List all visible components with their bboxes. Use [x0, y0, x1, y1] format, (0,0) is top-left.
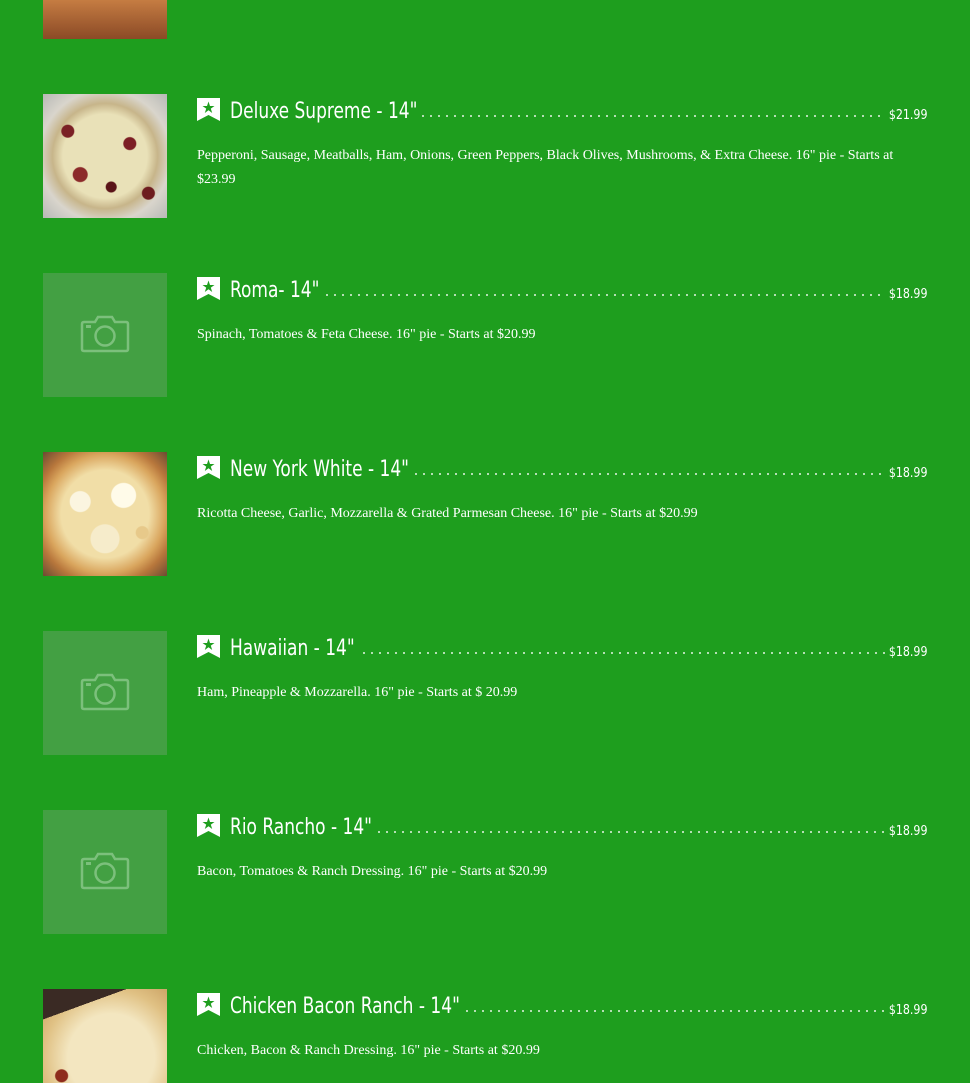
item-title: New York White - 14" [230, 457, 410, 482]
item-description: Spinach, Tomatoes & Feta Cheese. 16" pie… [197, 327, 536, 342]
menu-item[interactable]: Roma- 14" $18.99 Spinach, Tomatoes & Fet… [0, 273, 970, 397]
star-bookmark-icon [197, 814, 220, 837]
star-bookmark-icon [197, 456, 220, 479]
camera-icon [80, 852, 130, 890]
star-bookmark-icon [197, 993, 220, 1016]
item-title: Chicken Bacon Ranch - 14" [230, 994, 460, 1019]
dot-leader [412, 472, 885, 478]
dot-leader [463, 1009, 885, 1015]
item-price: $18.99 [888, 1003, 927, 1018]
item-description: Chicken, Bacon & Ranch Dressing. 16" pie… [197, 1043, 540, 1058]
dot-leader [419, 114, 885, 120]
menu-item[interactable]: Chicken Bacon Ranch - 14" $18.99 Chicken… [0, 989, 970, 1083]
pizza-photo[interactable] [43, 0, 167, 39]
item-price: $18.99 [888, 645, 927, 660]
dot-leader [323, 293, 885, 299]
menu-item[interactable]: New York White - 14" $18.99 Ricotta Chee… [0, 452, 970, 576]
item-title: Hawaiian - 14" [230, 636, 355, 661]
item-price: $21.99 [888, 108, 927, 123]
image-placeholder[interactable] [43, 631, 167, 755]
item-title: Rio Rancho - 14" [230, 815, 372, 840]
menu-item[interactable] [0, 0, 970, 39]
item-title: Deluxe Supreme - 14" [230, 99, 418, 124]
star-bookmark-icon [197, 98, 220, 121]
item-price: $18.99 [888, 824, 927, 839]
pizza-photo[interactable] [43, 989, 167, 1083]
item-price: $18.99 [888, 466, 927, 481]
item-description: Pepperoni, Sausage, Meatballs, Ham, Onio… [197, 148, 894, 187]
item-description: Bacon, Tomatoes & Ranch Dressing. 16" pi… [197, 864, 548, 879]
camera-icon [80, 673, 130, 711]
pizza-photo[interactable] [43, 452, 167, 576]
star-bookmark-icon [197, 635, 220, 658]
menu-item[interactable]: Hawaiian - 14" $18.99 Ham, Pineapple & M… [0, 631, 970, 755]
dot-leader [360, 651, 885, 657]
item-description: Ham, Pineapple & Mozzarella. 16" pie - S… [197, 685, 518, 700]
image-placeholder[interactable] [43, 273, 167, 397]
item-price: $18.99 [888, 287, 927, 302]
camera-icon [80, 315, 130, 353]
pizza-photo[interactable] [43, 94, 167, 218]
image-placeholder[interactable] [43, 810, 167, 934]
item-title: Roma- 14" [230, 278, 320, 303]
menu-item[interactable]: Rio Rancho - 14" $18.99 Bacon, Tomatoes … [0, 810, 970, 934]
menu-item[interactable]: Deluxe Supreme - 14" $21.99 Pepperoni, S… [0, 94, 970, 218]
star-bookmark-icon [197, 277, 220, 300]
item-description: Ricotta Cheese, Garlic, Mozzarella & Gra… [197, 506, 698, 521]
dot-leader [375, 830, 885, 836]
